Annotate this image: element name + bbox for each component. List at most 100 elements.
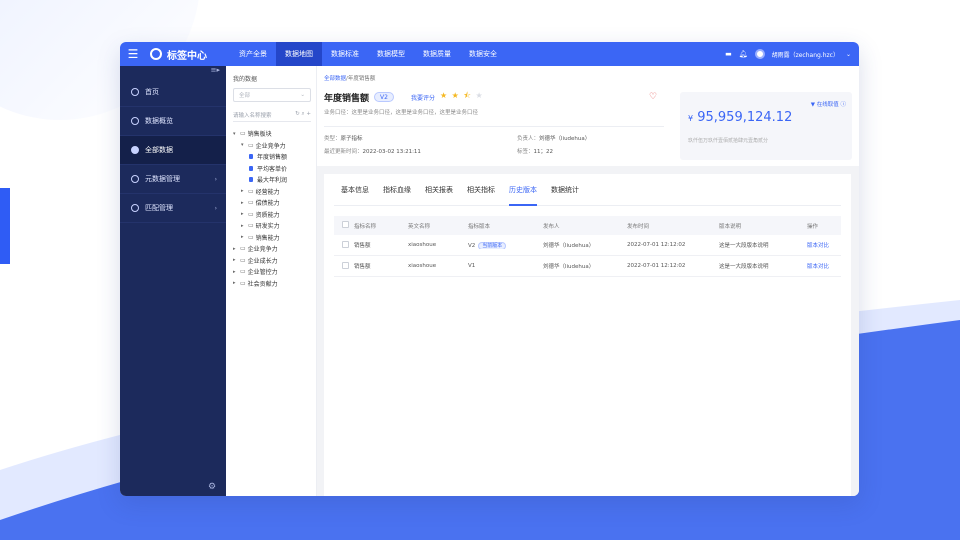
tree-node[interactable]: ▾ ▭ 销售板块: [233, 128, 311, 140]
caret-right-icon[interactable]: ▸: [233, 269, 238, 275]
caret-right-icon[interactable]: ▸: [233, 257, 238, 263]
sidebar-item-label: 匹配管理: [145, 204, 173, 212]
user-name[interactable]: 胡雨露（zechang.hzc）: [772, 50, 839, 59]
caret-right-icon[interactable]: ▸: [241, 223, 246, 229]
row-checkbox[interactable]: [342, 240, 349, 248]
nav-item-active[interactable]: 数据地图: [276, 42, 322, 66]
row-checkbox[interactable]: [342, 261, 349, 269]
avatar[interactable]: [754, 49, 765, 59]
current-version-badge: 当前版本: [478, 241, 507, 249]
tree-node[interactable]: ▸ ▭ 销售能力: [233, 232, 311, 244]
nav-item[interactable]: 数据模型: [368, 42, 414, 66]
tab[interactable]: 历史版本: [502, 174, 544, 206]
meta-owner: 负责人：刘德华（liudehua）: [517, 136, 591, 142]
half-star-icon[interactable]: ⯪: [463, 91, 472, 100]
tab[interactable]: 指标血缘: [376, 174, 418, 206]
cell-publish-time: 2022-07-01 12:12:02: [627, 242, 686, 248]
tree-node[interactable]: 年度销售额: [233, 151, 311, 163]
meta-tags-value: 11；22: [533, 149, 554, 155]
compare-version-link[interactable]: 版本对比: [807, 241, 841, 249]
add-icon[interactable]: +: [306, 111, 311, 117]
breadcrumb: 全部数据/年度销售额: [324, 74, 375, 82]
divider: [324, 126, 664, 127]
nav-item[interactable]: 数据安全: [460, 42, 506, 66]
bell-icon[interactable]: 🔔︎: [739, 50, 748, 58]
gear-icon[interactable]: ⚙: [208, 482, 216, 492]
nav-item[interactable]: 数据质量: [414, 42, 460, 66]
rate-link[interactable]: 我要评分: [411, 93, 435, 102]
caret-right-icon[interactable]: ▸: [233, 280, 238, 286]
sidebar-item-label: 首页: [145, 88, 159, 96]
caret-down-icon[interactable]: ▾: [233, 131, 238, 137]
folder-icon[interactable]: ▬: [725, 50, 732, 58]
column-header: 指标版本: [468, 223, 491, 230]
search-icon[interactable]: ⌕: [302, 111, 305, 117]
database-icon: [249, 165, 253, 171]
tree-node[interactable]: ▸ ▭ 企业管控力: [233, 266, 311, 278]
cell-name: 销售额: [354, 243, 371, 249]
menu-icon[interactable]: ☰: [120, 42, 146, 66]
top-nav: 资产全景 数据地图 数据标准 数据模型 数据质量 数据安全: [230, 42, 506, 66]
tree-node[interactable]: ▸ ▭ 企业竞争力: [233, 243, 311, 255]
tree-node-label: 最大年利润: [257, 177, 288, 185]
column-header: 版本说明: [719, 223, 742, 230]
caret-down-icon[interactable]: ▾: [241, 142, 246, 148]
match-icon: [131, 204, 139, 212]
cell-name: 销售额: [354, 264, 371, 270]
tab[interactable]: 数据统计: [544, 174, 586, 206]
indicator-value: ¥ 95,959,124.12: [688, 110, 793, 125]
collapse-icon[interactable]: ≡▸: [120, 66, 226, 78]
sidebar-item-all-data[interactable]: 全部数据: [120, 136, 226, 165]
caret-right-icon[interactable]: ▸: [241, 211, 246, 217]
tree-node[interactable]: ▸ ▭ 偿债能力: [233, 197, 311, 209]
breadcrumb-link[interactable]: 全部数据: [324, 76, 346, 82]
meta-tags: 标签：11；22: [517, 149, 554, 155]
tree-node-label: 资质能力: [255, 211, 280, 219]
table-row: 销售额 xiaoshoue V2 当前版本 刘德华（liudehua） 2022-07-0…: [334, 235, 841, 256]
tree-search-input[interactable]: 请输入名称搜索: [233, 111, 272, 119]
sidebar-item-home[interactable]: 首页: [120, 78, 226, 107]
tree-node[interactable]: ▸ ▭ 经营能力: [233, 186, 311, 198]
cell-version-note: 这是一大段版本说明: [719, 243, 769, 249]
tree-node[interactable]: ▾ ▭ 企业竞争力: [233, 140, 311, 152]
chevron-down-icon[interactable]: ⌄: [846, 51, 851, 58]
meta-owner-value: 刘德华（liudehua）: [539, 136, 591, 142]
nav-item[interactable]: 数据标准: [322, 42, 368, 66]
sidebar-item-match[interactable]: 匹配管理 ›: [120, 194, 226, 223]
sidebar-item-label: 数据概览: [145, 117, 173, 125]
tab[interactable]: 基本信息: [334, 174, 376, 206]
tree-node-label: 研发实力: [255, 223, 280, 231]
caret-right-icon[interactable]: ▸: [233, 246, 238, 252]
tree-node[interactable]: 平均客单价: [233, 163, 311, 175]
online-value-link[interactable]: ▼ 在线取值 ⓘ: [811, 100, 846, 108]
star-icon[interactable]: ★: [440, 91, 448, 100]
favorite-heart-icon[interactable]: ♡: [649, 92, 657, 102]
tree-node[interactable]: ▸ ▭ 资质能力: [233, 209, 311, 221]
caret-right-icon[interactable]: ▸: [241, 234, 246, 240]
database-icon: [249, 177, 253, 183]
caret-right-icon[interactable]: ▸: [241, 200, 246, 206]
folder-icon: ▭: [248, 210, 254, 218]
folder-icon: ▭: [248, 222, 254, 230]
compare-version-link[interactable]: 版本对比: [807, 262, 841, 270]
tab[interactable]: 相关指标: [460, 174, 502, 206]
tree-node[interactable]: ▸ ▭ 研发实力: [233, 220, 311, 232]
refresh-icon[interactable]: ↻: [295, 111, 300, 117]
column-header: 发布人: [543, 223, 560, 230]
sidebar-item-overview[interactable]: 数据概览: [120, 107, 226, 136]
select-all-checkbox[interactable]: [342, 221, 349, 228]
tree-select-value: 全部: [239, 93, 251, 99]
tree-node[interactable]: ▸ ▭ 社会贡献力: [233, 278, 311, 290]
tree-node[interactable]: ▸ ▭ 企业成长力: [233, 255, 311, 267]
tree-filter-select[interactable]: 全部 ⌄: [233, 88, 311, 102]
nav-item[interactable]: 资产全景: [230, 42, 276, 66]
caret-right-icon[interactable]: ▸: [241, 188, 246, 194]
star-icon[interactable]: ★: [476, 91, 484, 100]
star-rating[interactable]: ★ ★ ⯪ ★: [440, 90, 484, 104]
tree-node[interactable]: 最大年利润: [233, 174, 311, 186]
sidebar-item-metadata[interactable]: 元数据管理 ›: [120, 165, 226, 194]
tab[interactable]: 相关报表: [418, 174, 460, 206]
cell-version: V1: [468, 263, 476, 269]
star-icon[interactable]: ★: [452, 91, 460, 100]
tree-search[interactable]: 请输入名称搜索 ↻ ⌕ +: [233, 108, 311, 122]
